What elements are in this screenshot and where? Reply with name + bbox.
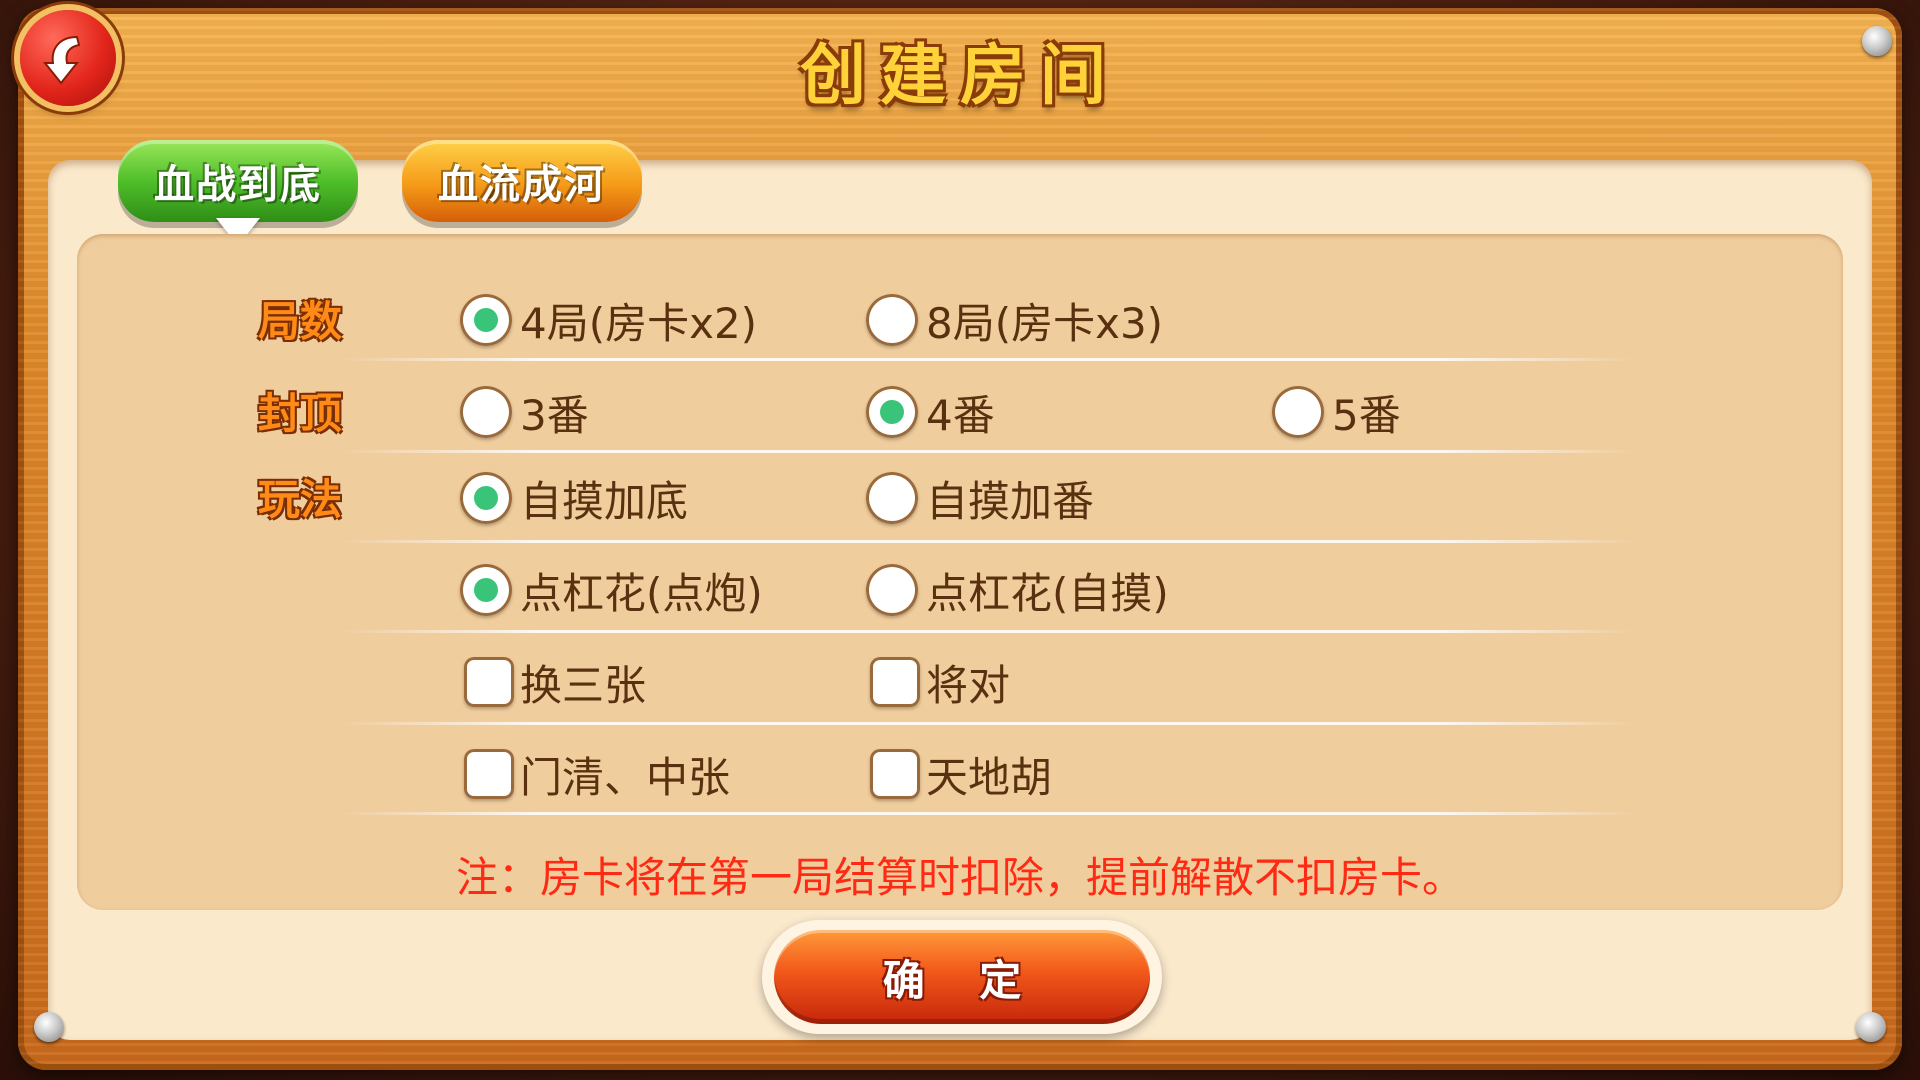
- row-divider: [340, 812, 1636, 815]
- corner-rivet: [34, 1012, 64, 1042]
- option-label: 点杠花(自摸): [926, 568, 1169, 618]
- dialog-title: 创建房间: [800, 36, 1120, 114]
- option-label: 4局(房卡x2): [520, 298, 758, 348]
- tab-xuezhan[interactable]: 血战到底: [118, 140, 358, 222]
- radio-icon: [866, 386, 918, 438]
- option-label: 天地胡: [926, 752, 1053, 802]
- radio-icon: [866, 472, 918, 524]
- option-label: 自摸加底: [520, 476, 689, 526]
- radio-icon: [1272, 386, 1324, 438]
- radio-icon: [460, 386, 512, 438]
- option-label: 3番: [520, 390, 589, 440]
- label-cap: 封顶: [257, 389, 342, 438]
- row-divider: [340, 540, 1636, 543]
- checkbox-jiangdui[interactable]: 将对: [870, 652, 1010, 712]
- checkbox-icon: [464, 657, 514, 707]
- checkbox-icon: [870, 657, 920, 707]
- option-label: 将对: [926, 660, 1011, 710]
- radio-icon: [866, 564, 918, 616]
- radio-icon: [460, 472, 512, 524]
- row-divider: [340, 630, 1636, 633]
- radio-rounds-4[interactable]: 4局(房卡x2): [460, 290, 757, 350]
- back-button[interactable]: [20, 10, 116, 106]
- checkbox-swap-three[interactable]: 换三张: [464, 652, 646, 712]
- tab-xueliu[interactable]: 血流成河: [402, 140, 642, 222]
- room-card-note: 注：房卡将在第一局结算时扣除，提前解散不扣房卡。: [455, 853, 1464, 902]
- row-divider: [340, 450, 1636, 453]
- row-divider: [340, 358, 1636, 361]
- back-arrow-icon: [42, 35, 81, 85]
- row-divider: [340, 722, 1636, 725]
- radio-icon: [460, 564, 512, 616]
- option-label: 点杠花(点炮): [520, 568, 763, 618]
- checkbox-icon: [464, 749, 514, 799]
- option-label: 换三张: [520, 660, 647, 710]
- radio-selfdraw-fan[interactable]: 自摸加番: [866, 468, 1094, 528]
- radio-cap-5[interactable]: 5番: [1272, 382, 1401, 442]
- radio-icon: [460, 294, 512, 346]
- confirm-button-frame: 确 定: [762, 920, 1162, 1034]
- checkbox-menqing-zhongzhang[interactable]: 门清、中张: [464, 744, 730, 804]
- label-play: 玩法: [257, 475, 342, 524]
- checkbox-tiandihu[interactable]: 天地胡: [870, 744, 1052, 804]
- radio-rounds-8[interactable]: 8局(房卡x3): [866, 290, 1163, 350]
- radio-icon: [866, 294, 918, 346]
- radio-cap-4[interactable]: 4番: [866, 382, 995, 442]
- option-label: 5番: [1332, 390, 1401, 440]
- option-label: 自摸加番: [926, 476, 1095, 526]
- radio-kong-pao[interactable]: 点杠花(点炮): [460, 560, 763, 620]
- option-label: 8局(房卡x3): [926, 298, 1164, 348]
- corner-rivet: [1856, 1012, 1886, 1042]
- label-rounds: 局数: [257, 297, 342, 346]
- radio-selfdraw-base[interactable]: 自摸加底: [460, 468, 688, 528]
- radio-cap-3[interactable]: 3番: [460, 382, 589, 442]
- checkbox-icon: [870, 749, 920, 799]
- confirm-button[interactable]: 确 定: [774, 930, 1150, 1024]
- option-label: 门清、中张: [520, 752, 731, 802]
- radio-kong-zimo[interactable]: 点杠花(自摸): [866, 560, 1169, 620]
- option-label: 4番: [926, 390, 995, 440]
